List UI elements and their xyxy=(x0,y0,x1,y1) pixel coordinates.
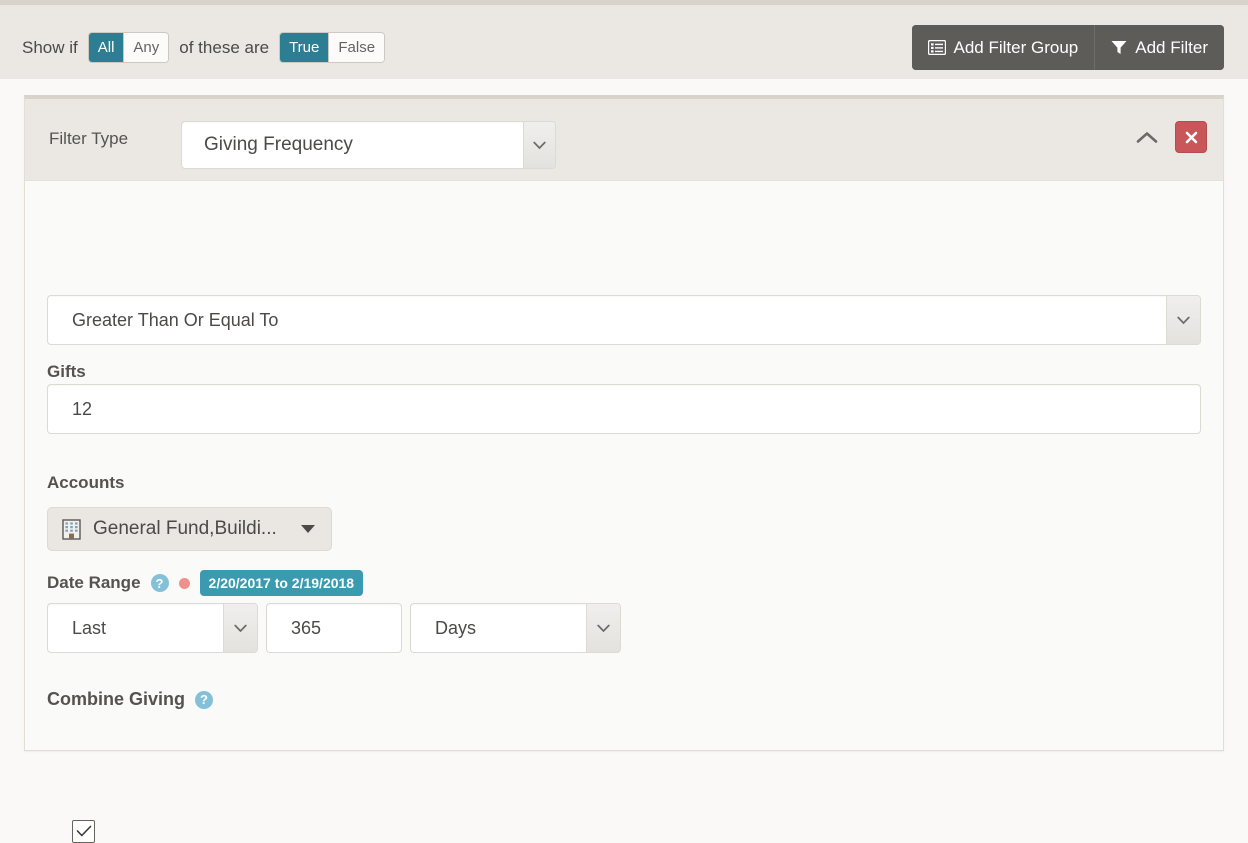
show-if-label: Show if xyxy=(22,37,78,57)
match-option-any[interactable]: Any xyxy=(124,33,169,62)
filter-type-label: Filter Type xyxy=(49,129,129,148)
date-mode-select[interactable]: Last xyxy=(47,603,258,653)
filter-panel: Filter Type Giving Frequency Greater Tha… xyxy=(24,95,1224,843)
date-mode-value: Last xyxy=(72,617,107,638)
combine-giving-checkbox[interactable] xyxy=(72,820,95,843)
add-filter-button[interactable]: Add Filter xyxy=(1095,25,1224,70)
date-range-label: Date Range xyxy=(47,573,141,592)
match-option-all[interactable]: All xyxy=(88,33,125,62)
filter-type-select[interactable]: Giving Frequency xyxy=(181,121,556,169)
combine-giving-header: Combine Giving ? xyxy=(47,689,214,710)
accounts-value: General Fund,Buildi... xyxy=(93,518,277,539)
truth-value-toggle[interactable]: True False xyxy=(279,32,386,63)
date-unit-value: Days xyxy=(435,617,477,638)
chevron-down-icon[interactable] xyxy=(223,604,257,652)
truth-option-true[interactable]: True xyxy=(280,33,330,62)
comparison-operator-select[interactable]: Greater Than Or Equal To xyxy=(47,295,1201,345)
add-filter-label: Add Filter xyxy=(1135,37,1208,57)
add-filter-group-button[interactable]: Add Filter Group xyxy=(911,25,1096,70)
date-range-badge: 2/20/2017 to 2/19/2018 xyxy=(199,570,364,596)
list-alt-icon xyxy=(927,39,946,56)
close-x-icon xyxy=(1185,131,1198,144)
of-these-are-label: of these are xyxy=(179,37,270,57)
match-type-toggle[interactable]: All Any xyxy=(87,32,170,63)
caret-down-icon[interactable] xyxy=(300,525,315,533)
checkmark-icon xyxy=(76,825,92,838)
building-icon xyxy=(62,518,81,540)
combine-giving-label: Combine Giving xyxy=(47,689,186,709)
help-circle-icon[interactable]: ? xyxy=(150,574,169,592)
accounts-picker-button[interactable]: General Fund,Buildi... xyxy=(47,507,332,551)
chevron-down-icon[interactable] xyxy=(1166,296,1200,344)
truth-option-false[interactable]: False xyxy=(329,33,385,62)
filter-panel-header: Filter Type Giving Frequency xyxy=(25,99,1223,181)
toolbar-action-buttons: Add Filter Group Add Filter xyxy=(911,25,1224,70)
funnel-icon xyxy=(1111,40,1127,55)
gifts-input[interactable]: 12 xyxy=(47,384,1201,434)
date-unit-select[interactable]: Days xyxy=(410,603,621,653)
date-amount-input[interactable]: 365 xyxy=(266,603,402,653)
remove-filter-button[interactable] xyxy=(1175,121,1207,153)
filter-logic-controls: Show if All Any of these are True False xyxy=(22,32,386,63)
accounts-label: Accounts xyxy=(47,473,125,492)
date-range-header: Date Range ? 2/20/2017 to 2/19/2018 xyxy=(47,570,364,596)
filter-toolbar: Show if All Any of these are True False xyxy=(0,0,1248,79)
panel-header-tools xyxy=(1135,121,1207,153)
help-circle-icon[interactable]: ? xyxy=(195,690,214,709)
comparison-operator-value: Greater Than Or Equal To xyxy=(72,309,279,330)
required-dot-icon xyxy=(178,577,190,589)
add-filter-group-label: Add Filter Group xyxy=(953,37,1079,57)
chevron-down-icon[interactable] xyxy=(586,604,620,652)
filter-type-value: Giving Frequency xyxy=(204,134,353,155)
gifts-label: Gifts xyxy=(47,362,86,381)
chevron-up-icon[interactable] xyxy=(1135,125,1159,149)
chevron-down-icon[interactable] xyxy=(523,122,555,168)
